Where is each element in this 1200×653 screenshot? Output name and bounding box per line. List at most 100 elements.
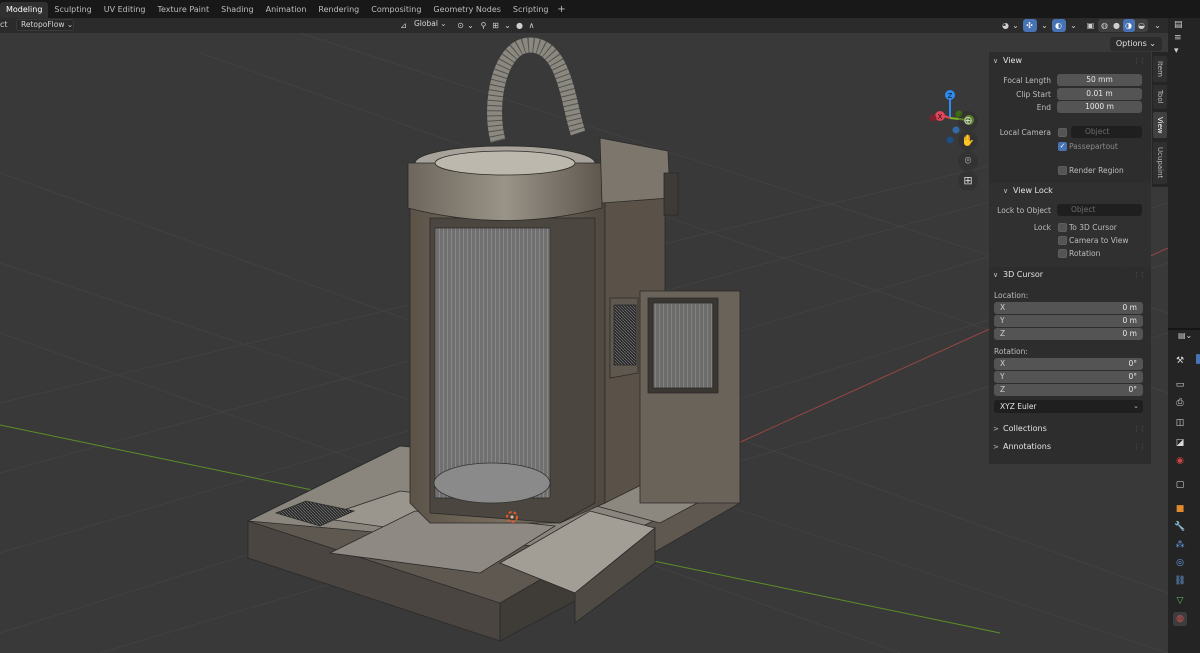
camera-to-view-checkbox[interactable] [1058, 236, 1067, 245]
tab-tool[interactable]: Tool [1153, 85, 1167, 109]
cursor-location-z-field[interactable]: Z 0 m [994, 328, 1143, 340]
material-shading-icon: ◑ [1125, 21, 1132, 30]
tool-icon[interactable]: ⚒ [1173, 354, 1187, 368]
filter-icon[interactable]: ▾ [1174, 46, 1179, 56]
constraints-icon[interactable]: ⛓ [1173, 574, 1187, 588]
camera-icon[interactable]: ⌾ [958, 151, 978, 171]
hand-pan-icon[interactable]: ✋ [958, 131, 978, 151]
focal-length-label: Focal Length [1003, 76, 1051, 85]
snap-chevron-icon[interactable]: ⌄ [502, 20, 513, 31]
output-icon[interactable]: ⎙ [1173, 396, 1187, 410]
proportional-edit-icon[interactable]: ● [514, 20, 525, 31]
drag-handle-icon[interactable]: ⋮⋮ [1133, 440, 1146, 454]
tab-item[interactable]: Item [1153, 56, 1167, 82]
cursor-location-y-field[interactable]: Y 0 m [994, 315, 1143, 327]
workspace-tab-modeling[interactable]: Modeling [0, 2, 49, 18]
workspace-tab-uv-editing[interactable]: UV Editing [98, 2, 152, 18]
render-icon[interactable]: ▭ [1173, 378, 1187, 392]
scene-icon[interactable]: ◪ [1173, 436, 1187, 450]
tab-ucupaint[interactable]: Ucupaint [1153, 142, 1167, 184]
local-camera-field[interactable]: Object [1071, 126, 1142, 138]
scroll-indicator[interactable] [1196, 354, 1200, 364]
rotation-mode-select[interactable]: XYZ Euler ⌄ [994, 400, 1143, 413]
annotations-header[interactable]: > Annotations ⋮⋮ [989, 440, 1151, 454]
chevron-right-icon: > [993, 443, 999, 451]
zoom-icon[interactable]: ⊕ [958, 111, 978, 131]
axis-value: 0 m [1122, 303, 1137, 312]
clip-start-field[interactable]: 0.01 m [1057, 88, 1142, 100]
workspace-tab-compositing[interactable]: Compositing [365, 2, 427, 18]
editor-type-icon[interactable]: ▤⌄ [1178, 331, 1192, 340]
object-icon[interactable]: ■ [1173, 502, 1187, 516]
tab-view[interactable]: View [1153, 112, 1167, 138]
lock-to-3d-cursor-checkbox[interactable] [1058, 223, 1067, 232]
lock-label: Lock [1033, 223, 1051, 232]
world-icon[interactable]: ◉ [1173, 454, 1187, 468]
options-dropdown[interactable]: Options ⌄ [1109, 37, 1162, 51]
workspace-tab-scripting[interactable]: Scripting [507, 2, 555, 18]
workspace-tab-sculpting[interactable]: Sculpting [48, 2, 97, 18]
cursor-rotation-y-field[interactable]: Y 0° [994, 371, 1143, 383]
shading-chevron-icon[interactable]: ⌄ [1152, 20, 1163, 31]
view-section-title: View [1003, 56, 1022, 65]
add-workspace-button[interactable]: + [554, 2, 568, 18]
axis-value: 0 m [1122, 329, 1137, 338]
rotation-label: Rotation: [994, 347, 1028, 356]
drag-handle-icon[interactable]: ⋮⋮ [1133, 268, 1146, 282]
data-icon[interactable]: ▽ [1173, 594, 1187, 608]
local-camera-checkbox[interactable] [1058, 128, 1067, 137]
lock-rotation-checkbox[interactable] [1058, 249, 1067, 258]
visibility-chevron-icon[interactable]: ⌄ [1010, 20, 1021, 31]
overlays-icon: ◐ [1055, 21, 1062, 30]
rotation-mode-value: XYZ Euler [1000, 402, 1037, 411]
particles-icon[interactable]: ⁂ [1173, 538, 1187, 552]
cursor-location-x-field[interactable]: X 0 m [994, 302, 1143, 314]
modifier-icon[interactable]: 🔧 [1173, 520, 1187, 534]
workspace-tab-geometry-nodes[interactable]: Geometry Nodes [427, 2, 506, 18]
cursor-rotation-z-field[interactable]: Z 0° [994, 384, 1143, 396]
workspace-tab-texture-paint[interactable]: Texture Paint [151, 2, 215, 18]
cursor-rotation-x-field[interactable]: X 0° [994, 358, 1143, 370]
snap-icon[interactable]: ⚲ [478, 20, 489, 31]
focal-length-field[interactable]: 50 mm [1057, 74, 1142, 86]
transform-orientation-icon: ⊿ [400, 21, 407, 30]
grid-ortho-icon[interactable]: ⊞ [958, 171, 978, 191]
orientation-dropdown[interactable]: Global ⌄ [410, 19, 452, 31]
viewport-header: ct RetopoFlow ⌄ ⊿ Global ⌄ ⊙ ⌄ ⚲ ⊞ ⌄ ● ∧… [0, 18, 1168, 33]
clip-end-field[interactable]: 1000 m [1057, 101, 1142, 113]
physics-icon[interactable]: ◎ [1173, 556, 1187, 570]
render-region-checkbox[interactable] [1058, 166, 1067, 175]
workspace-tab-shading[interactable]: Shading [215, 2, 260, 18]
rendered-shading-icon[interactable]: ◒ [1136, 20, 1147, 31]
lock-to-object-field[interactable]: Object [1057, 204, 1142, 216]
view-section-header[interactable]: ∨ View ⋮⋮ [989, 54, 1151, 68]
view-layer-icon[interactable]: ◫ [1173, 416, 1187, 430]
render-region-label: Render Region [1069, 166, 1124, 175]
axis-value: 0 m [1122, 316, 1137, 325]
wireframe-shading-icon[interactable]: ◍ [1099, 20, 1110, 31]
workspace-tab-animation[interactable]: Animation [260, 2, 313, 18]
header-truncated-menu[interactable]: ct [0, 20, 8, 29]
drag-handle-icon[interactable]: ⋮⋮ [1133, 422, 1146, 436]
workspace-tab-rendering[interactable]: Rendering [312, 2, 365, 18]
retopoflow-menu[interactable]: RetopoFlow ⌄ [16, 19, 74, 31]
falloff-icon[interactable]: ∧ [526, 20, 537, 31]
xray-icon[interactable]: ▣ [1085, 20, 1096, 31]
material-icon[interactable]: ◍ [1173, 612, 1187, 626]
editor-menu-icon[interactable]: ▤ [1174, 20, 1183, 30]
solid-shading-icon[interactable]: ● [1111, 20, 1122, 31]
3d-cursor-header[interactable]: ∨ 3D Cursor ⋮⋮ [989, 268, 1151, 282]
drag-handle-icon[interactable]: ⋮⋮ [1133, 54, 1146, 68]
overlays-chevron-icon[interactable]: ⌄ [1068, 20, 1079, 31]
snap-target-icon[interactable]: ⊞ [490, 20, 501, 31]
chevron-down-icon: ∨ [993, 271, 999, 279]
view-lock-header[interactable]: ∨ View Lock [989, 184, 1151, 198]
collection-icon[interactable]: ▢ [1173, 478, 1187, 492]
collections-header[interactable]: > Collections ⋮⋮ [989, 422, 1151, 436]
pivot-chevron-icon[interactable]: ⌄ [465, 20, 476, 31]
gizmo-chevron-icon[interactable]: ⌄ [1039, 20, 1050, 31]
passepartout-checkbox[interactable]: ✓ [1058, 142, 1067, 151]
outliner-icon[interactable]: ≡ [1174, 33, 1182, 43]
area-divider[interactable] [1168, 328, 1200, 330]
axis-label: Z [1000, 385, 1006, 394]
